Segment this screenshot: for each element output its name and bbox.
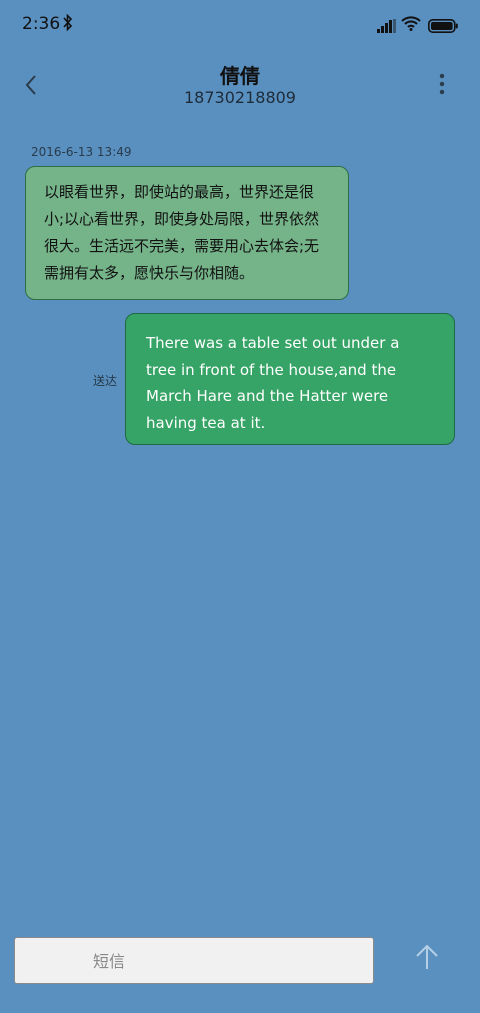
send-arrow-up-icon[interactable]: [412, 941, 442, 973]
signal-icon: [377, 18, 396, 37]
contact-name: 倩倩: [220, 64, 260, 88]
contact-phone-number: 18730218809: [184, 88, 296, 107]
conversation-header: 倩倩 18730218809: [0, 52, 480, 114]
battery-icon: [428, 18, 458, 37]
message-timestamp: 2016-6-13 13:49: [31, 145, 132, 159]
bluetooth-icon: [63, 13, 73, 35]
wifi-icon: [401, 15, 421, 35]
message-input[interactable]: [91, 938, 365, 985]
more-vertical-icon[interactable]: [432, 70, 452, 98]
message-composer[interactable]: [14, 937, 374, 985]
outgoing-message-bubble[interactable]: There was a table set out under a tree i…: [125, 313, 455, 445]
delivery-status: 送达: [93, 374, 118, 388]
incoming-message-bubble[interactable]: 以眼看世界，即使站的最高，世界还是很小;以心看世界，即使身处局限，世界依然很大。…: [25, 166, 349, 300]
status-bar: 2:36: [0, 0, 480, 52]
status-time: 2:36: [22, 14, 61, 34]
